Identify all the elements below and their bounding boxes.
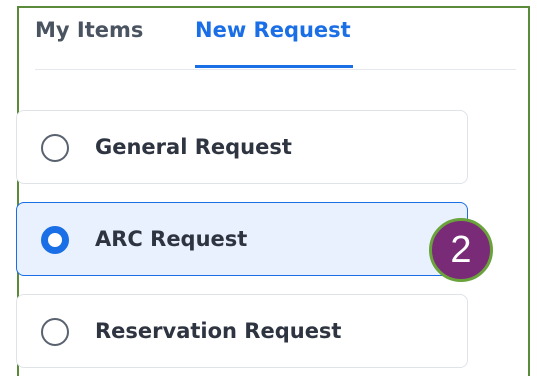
option-arc-request[interactable]: ARC Request (16, 202, 468, 276)
tab-my-items[interactable]: My Items (35, 18, 143, 42)
active-tab-indicator (195, 65, 353, 68)
radio-reservation-request[interactable] (41, 318, 69, 346)
tab-new-request[interactable]: New Request (195, 18, 351, 42)
option-label: ARC Request (95, 227, 248, 251)
option-label: Reservation Request (95, 319, 342, 343)
option-label: General Request (95, 135, 292, 159)
option-general-request[interactable]: General Request (16, 110, 468, 184)
step-number-badge: 2 (429, 218, 493, 282)
radio-general-request[interactable] (41, 134, 69, 162)
option-reservation-request[interactable]: Reservation Request (16, 294, 468, 368)
radio-arc-request[interactable] (41, 226, 69, 254)
tab-bar: My Items New Request (35, 8, 516, 70)
